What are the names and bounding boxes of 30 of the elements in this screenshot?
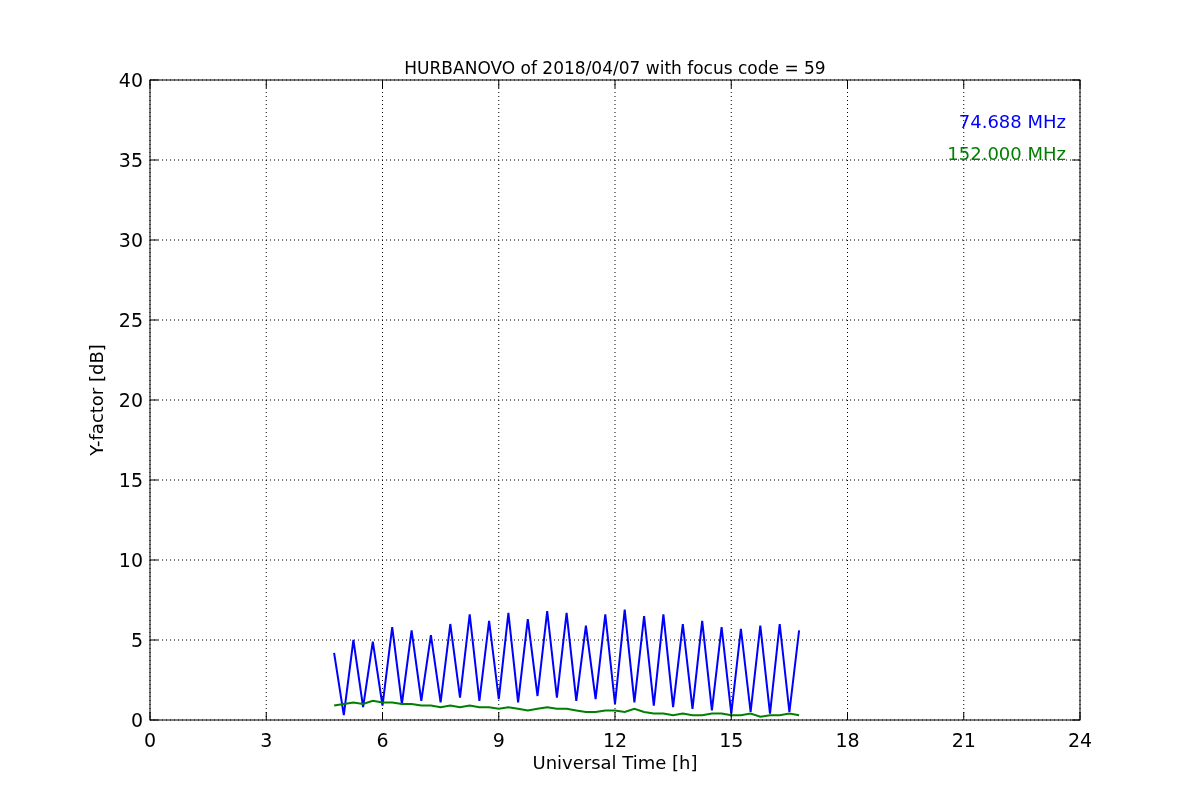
tick-label: 40 bbox=[118, 69, 143, 91]
tick-label: 6 bbox=[376, 729, 389, 751]
tick-mark bbox=[382, 711, 383, 721]
tick-mark bbox=[265, 711, 267, 721]
tick-label: 3 bbox=[260, 729, 273, 751]
tick-mark bbox=[847, 711, 848, 721]
tick-mark bbox=[614, 711, 616, 721]
tick-label: 21 bbox=[951, 729, 976, 751]
tick-label: 15 bbox=[719, 729, 744, 751]
tick-label: 18 bbox=[835, 729, 860, 751]
tick-label: 24 bbox=[1067, 729, 1093, 751]
legend-label: 74.688 MHz bbox=[958, 111, 1066, 132]
tick-mark bbox=[730, 711, 732, 721]
tick-label: 10 bbox=[118, 549, 143, 571]
tick-label: 5 bbox=[130, 629, 143, 651]
tick-label: 25 bbox=[118, 309, 143, 331]
legend-label: 152.000 MHz bbox=[947, 143, 1066, 164]
axis-label: Y-factor [dB] bbox=[86, 344, 107, 456]
tick-label: 12 bbox=[602, 729, 628, 751]
tick-label: 0 bbox=[143, 729, 157, 751]
chart-title: HURBANOVO of 2018/04/07 with focus code = 59 bbox=[404, 58, 826, 78]
tick-mark bbox=[498, 711, 500, 721]
tick-label: 15 bbox=[118, 469, 143, 491]
tick-label: 30 bbox=[118, 229, 143, 251]
axis-label: Universal Time [h] bbox=[532, 752, 698, 773]
tick-mark bbox=[963, 711, 965, 721]
tick-label: 9 bbox=[492, 729, 505, 751]
tick-label: 0 bbox=[130, 709, 143, 731]
tick-label: 35 bbox=[118, 149, 143, 171]
tick-label: 20 bbox=[118, 389, 143, 411]
